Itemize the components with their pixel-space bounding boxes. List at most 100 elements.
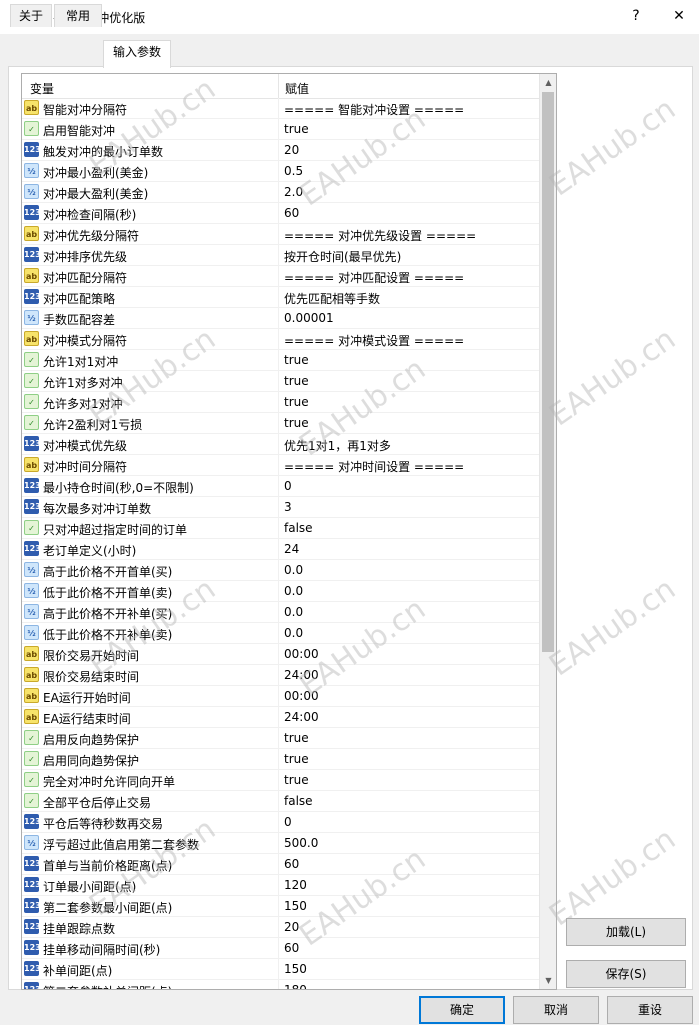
parameter-row[interactable]: 123 订单最小间距(点) 120 [22, 875, 539, 896]
parameter-row[interactable]: 123 老订单定义(小时) 24 [22, 539, 539, 560]
parameter-value[interactable]: 500.0 [284, 836, 318, 850]
scroll-thumb[interactable] [542, 92, 554, 652]
parameter-value[interactable]: true [284, 416, 309, 430]
parameter-value[interactable]: 0.00001 [284, 311, 334, 325]
parameter-value[interactable]: 20 [284, 143, 299, 157]
parameter-row[interactable]: 123 触发对冲的最小订单数 20 [22, 140, 539, 161]
save-button[interactable]: 保存(S) [566, 960, 686, 988]
parameter-value[interactable]: ===== 对冲时间设置 ===== [284, 458, 464, 475]
parameter-row[interactable]: ✓ 允许1对多对冲 true [22, 371, 539, 392]
parameter-row[interactable]: 123 挂单移动间隔时间(秒) 60 [22, 938, 539, 959]
parameter-row[interactable]: 123 平仓后等待秒数再交易 0 [22, 812, 539, 833]
tab-about[interactable]: 关于 [10, 4, 52, 27]
parameter-value[interactable]: 3 [284, 500, 292, 514]
parameter-row[interactable]: ✓ 完全对冲时允许同向开单 true [22, 770, 539, 791]
load-button[interactable]: 加载(L) [566, 918, 686, 946]
column-header-variable[interactable]: 变量 [30, 80, 54, 97]
parameter-value[interactable]: 24 [284, 542, 299, 556]
parameter-row[interactable]: ab 对冲时间分隔符 ===== 对冲时间设置 ===== [22, 455, 539, 476]
parameter-value[interactable]: ===== 对冲匹配设置 ===== [284, 269, 464, 286]
parameter-row[interactable]: ½ 高于此价格不开首单(买) 0.0 [22, 560, 539, 581]
parameter-value[interactable]: 0.5 [284, 164, 303, 178]
vertical-scrollbar[interactable]: ▲ ▼ [539, 74, 556, 989]
parameter-value[interactable]: false [284, 794, 313, 808]
parameter-row[interactable]: ab 对冲模式分隔符 ===== 对冲模式设置 ===== [22, 329, 539, 350]
parameter-value[interactable]: 150 [284, 962, 307, 976]
close-button[interactable]: ✕ [665, 4, 693, 28]
ok-button[interactable]: 确定 [419, 996, 505, 1024]
parameter-value[interactable]: 60 [284, 857, 299, 871]
parameter-row[interactable]: 123 首单与当前价格距离(点) 60 [22, 854, 539, 875]
parameter-row[interactable]: ✓ 启用同向趋势保护 true [22, 749, 539, 770]
column-header-value[interactable]: 赋值 [285, 80, 309, 97]
parameter-row[interactable]: 123 对冲模式优先级 优先1对1，再1对多 [22, 434, 539, 455]
parameter-value[interactable]: 60 [284, 206, 299, 220]
parameter-row[interactable]: ✓ 全部平仓后停止交易 false [22, 791, 539, 812]
parameter-row[interactable]: 123 最小持仓时间(秒,0=不限制) 0 [22, 476, 539, 497]
parameter-row[interactable]: ab 对冲优先级分隔符 ===== 对冲优先级设置 ===== [22, 224, 539, 245]
parameter-row[interactable]: 123第二套参数补单间距(点) 180 [22, 980, 539, 989]
parameter-value[interactable]: 20 [284, 920, 299, 934]
parameter-value[interactable]: 0.0 [284, 563, 303, 577]
parameter-row[interactable]: 123 挂单跟踪点数 20 [22, 917, 539, 938]
parameter-row[interactable]: ½ 低于此价格不开补单(卖) 0.0 [22, 623, 539, 644]
parameter-row[interactable]: ab 限价交易结束时间 24:00 [22, 665, 539, 686]
cancel-button[interactable]: 取消 [513, 996, 599, 1024]
parameter-value[interactable]: 优先1对1，再1对多 [284, 437, 391, 454]
parameter-value[interactable]: true [284, 374, 309, 388]
reset-button[interactable]: 重设 [607, 996, 693, 1024]
parameter-row[interactable]: ½ 对冲最小盈利(美金) 0.5 [22, 161, 539, 182]
parameter-row[interactable]: ½ 低于此价格不开首单(卖) 0.0 [22, 581, 539, 602]
parameter-row[interactable]: 123 对冲排序优先级 按开仓时间(最早优先) [22, 245, 539, 266]
parameter-value[interactable]: 0.0 [284, 605, 303, 619]
parameter-value[interactable]: 150 [284, 899, 307, 913]
parameter-row[interactable]: 123 第二套参数最小间距(点) 150 [22, 896, 539, 917]
parameter-row[interactable]: 123 每次最多对冲订单数 3 [22, 497, 539, 518]
parameter-value[interactable]: 120 [284, 878, 307, 892]
parameter-row[interactable]: ab EA运行开始时间 00:00 [22, 686, 539, 707]
parameter-row[interactable]: ab 对冲匹配分隔符 ===== 对冲匹配设置 ===== [22, 266, 539, 287]
parameter-value[interactable]: true [284, 395, 309, 409]
parameter-row[interactable]: ✓ 允许2盈利对1亏损 true [22, 413, 539, 434]
parameter-value[interactable]: 00:00 [284, 689, 319, 703]
parameter-value[interactable]: 2.0 [284, 185, 303, 199]
parameter-value[interactable]: 优先匹配相等手数 [284, 290, 380, 307]
parameter-value[interactable]: 按开仓时间(最早优先) [284, 248, 401, 265]
parameter-value[interactable]: ===== 智能对冲设置 ===== [284, 101, 464, 118]
parameter-row[interactable]: ab 限价交易开始时间 00:00 [22, 644, 539, 665]
parameter-row[interactable]: ½ 手数匹配容差 0.00001 [22, 308, 539, 329]
parameter-row[interactable]: 123 对冲检查间隔(秒) 60 [22, 203, 539, 224]
parameter-row[interactable]: 123 补单间距(点) 150 [22, 959, 539, 980]
parameter-value[interactable]: 00:00 [284, 647, 319, 661]
parameter-row[interactable]: ✓ 允许1对1对冲 true [22, 350, 539, 371]
parameter-row[interactable]: ✓ 启用智能对冲 true [22, 119, 539, 140]
parameter-row[interactable]: ½ 高于此价格不开补单(买) 0.0 [22, 602, 539, 623]
parameter-row[interactable]: ✓ 只对冲超过指定时间的订单 false [22, 518, 539, 539]
scroll-down-icon[interactable]: ▼ [540, 972, 556, 989]
parameter-row[interactable]: ✓ 允许多对1对冲 true [22, 392, 539, 413]
parameter-row[interactable]: 123 对冲匹配策略 优先匹配相等手数 [22, 287, 539, 308]
parameter-value[interactable]: 0.0 [284, 626, 303, 640]
tab-common[interactable]: 常用 [54, 4, 102, 27]
parameter-value[interactable]: 0 [284, 815, 292, 829]
parameter-value[interactable]: ===== 对冲模式设置 ===== [284, 332, 464, 349]
parameter-row[interactable]: ½ 对冲最大盈利(美金) 2.0 [22, 182, 539, 203]
parameter-value[interactable]: true [284, 731, 309, 745]
parameter-row[interactable]: ab 智能对冲分隔符 ===== 智能对冲设置 ===== [22, 98, 539, 119]
parameter-row[interactable]: ½ 浮亏超过此值启用第二套参数 500.0 [22, 833, 539, 854]
parameter-value[interactable]: 0.0 [284, 584, 303, 598]
scroll-up-icon[interactable]: ▲ [540, 74, 556, 91]
parameter-value[interactable]: 24:00 [284, 668, 319, 682]
parameter-value[interactable]: true [284, 353, 309, 367]
parameter-value[interactable]: false [284, 521, 313, 535]
parameter-row[interactable]: ✓ 启用反向趋势保护 true [22, 728, 539, 749]
parameter-value[interactable]: 180 [284, 983, 307, 989]
parameter-value[interactable]: 0 [284, 479, 292, 493]
parameter-value[interactable]: 60 [284, 941, 299, 955]
tab-inputs[interactable]: 输入参数 [103, 40, 171, 68]
parameter-value[interactable]: true [284, 122, 309, 136]
parameter-value[interactable]: ===== 对冲优先级设置 ===== [284, 227, 476, 244]
parameter-value[interactable]: 24:00 [284, 710, 319, 724]
parameter-value[interactable]: true [284, 752, 309, 766]
help-button[interactable]: ? [622, 4, 650, 28]
